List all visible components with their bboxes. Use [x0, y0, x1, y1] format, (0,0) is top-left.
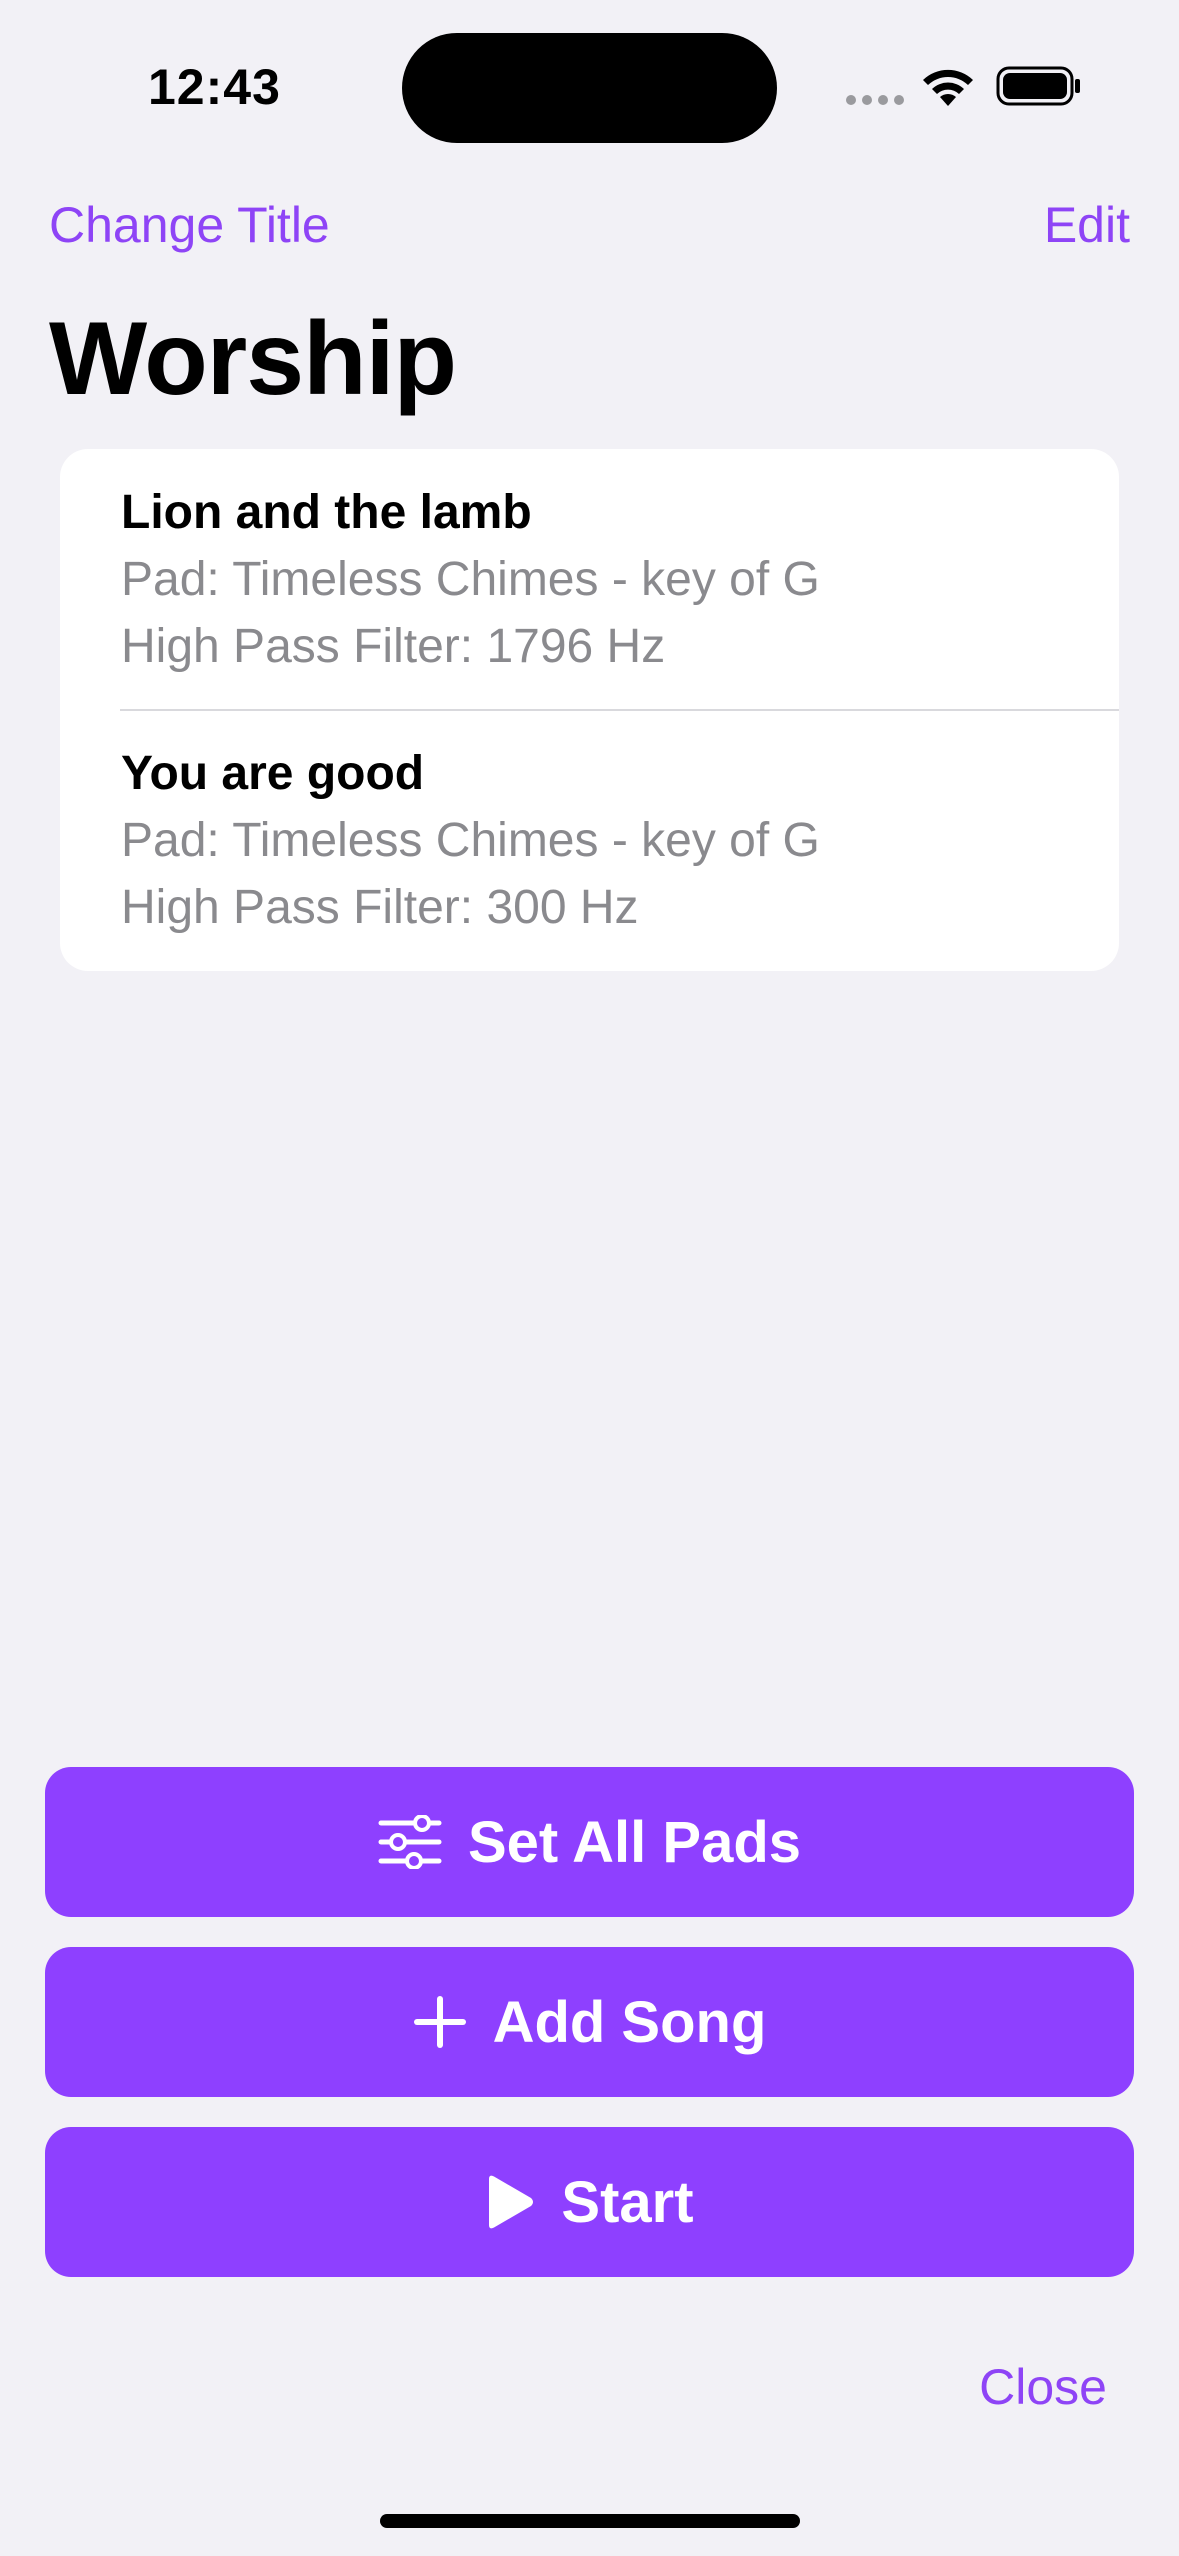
dynamic-island	[402, 33, 777, 143]
list-item[interactable]: Lion and the lamb Pad: Timeless Chimes -…	[60, 449, 1119, 711]
play-icon	[485, 2174, 535, 2230]
battery-icon	[996, 66, 1080, 106]
start-label: Start	[561, 2169, 694, 2235]
song-pad: Pad: Timeless Chimes - key of G	[121, 814, 820, 867]
set-all-pads-button[interactable]: Set All Pads	[45, 1767, 1134, 1917]
add-song-button[interactable]: Add Song	[45, 1947, 1134, 2097]
list-item[interactable]: You are good Pad: Timeless Chimes - key …	[60, 710, 1119, 971]
song-list: Lion and the lamb Pad: Timeless Chimes -…	[60, 449, 1119, 971]
cellular-signal-icon	[846, 95, 904, 105]
page-title: Worship	[49, 301, 457, 417]
song-filter: High Pass Filter: 1796 Hz	[121, 620, 666, 673]
start-button[interactable]: Start	[45, 2127, 1134, 2277]
song-filter: High Pass Filter: 300 Hz	[121, 881, 639, 934]
sliders-icon	[378, 1815, 442, 1869]
home-indicator[interactable]	[380, 2514, 800, 2528]
wifi-icon	[923, 69, 973, 106]
plus-icon	[413, 1995, 467, 2049]
song-name: You are good	[121, 747, 425, 800]
song-pad: Pad: Timeless Chimes - key of G	[121, 553, 820, 606]
edit-button[interactable]: Edit	[1044, 196, 1130, 254]
change-title-button[interactable]: Change Title	[49, 196, 330, 254]
close-button[interactable]: Close	[979, 2358, 1107, 2416]
add-song-label: Add Song	[492, 1989, 767, 2055]
song-name: Lion and the lamb	[121, 486, 532, 539]
status-time: 12:43	[148, 59, 281, 115]
set-all-pads-label: Set All Pads	[467, 1809, 802, 1875]
